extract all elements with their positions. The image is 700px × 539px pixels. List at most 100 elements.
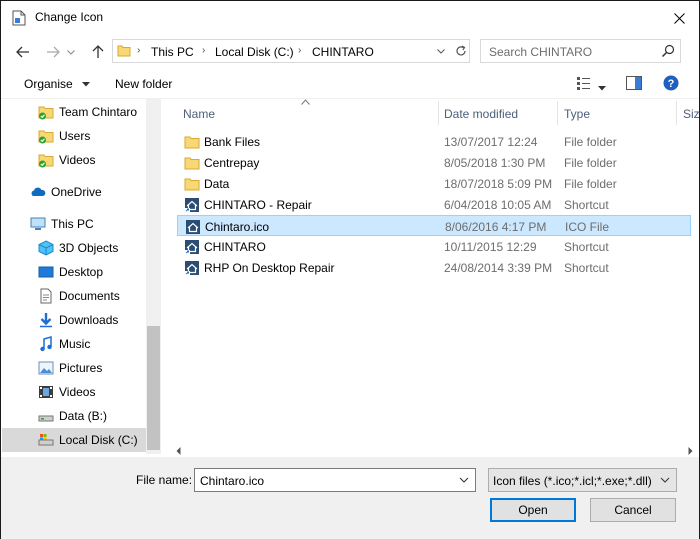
column-header-name[interactable]: Name xyxy=(171,99,438,127)
file-name: CHINTARO xyxy=(204,240,266,254)
folder-icon xyxy=(184,178,200,191)
file-type: File folder xyxy=(564,135,617,149)
file-name-combobox[interactable]: Chintaro.ico xyxy=(194,468,476,492)
document-icon xyxy=(40,288,52,304)
sidebar-item-documents[interactable]: Documents xyxy=(2,284,146,308)
column-header-type[interactable]: Type xyxy=(558,99,676,127)
file-row[interactable]: CHINTARO 10/11/2015 12:29 Shortcut xyxy=(177,236,691,257)
sidebar-item-local-disk-c[interactable]: Local Disk (C:) xyxy=(2,428,146,452)
help-button[interactable]: ? xyxy=(663,75,679,94)
preview-pane-button[interactable] xyxy=(626,76,642,93)
navigation-scrollbar[interactable] xyxy=(146,99,161,454)
breadcrumb-local-disk[interactable]: Local Disk (C:) xyxy=(215,45,294,59)
chevron-down-icon[interactable] xyxy=(459,473,469,487)
address-history-button[interactable] xyxy=(433,40,449,62)
up-button[interactable] xyxy=(87,41,109,63)
close-button[interactable] xyxy=(665,5,693,31)
file-type: File folder xyxy=(564,156,617,170)
preview-pane-icon xyxy=(626,76,642,90)
sidebar-item-desktop[interactable]: Desktop xyxy=(2,260,146,284)
sidebar-item-label: 3D Objects xyxy=(59,241,119,255)
cancel-button[interactable]: Cancel xyxy=(590,498,676,522)
sidebar-item-videos[interactable]: Videos xyxy=(2,148,146,172)
sidebar-item-team-chintaro[interactable]: Team Chintaro xyxy=(2,100,146,124)
sidebar-item-users[interactable]: Users xyxy=(2,124,146,148)
file-name-area: File name: Chintaro.ico Icon files (*.ic… xyxy=(1,457,699,539)
file-type-select[interactable]: Icon files (*.ico;*.icl;*.exe;*.dll) xyxy=(488,468,677,492)
sidebar-item-label: OneDrive xyxy=(51,185,102,199)
file-name-label: File name: xyxy=(136,473,193,487)
file-date-modified: 6/04/2018 10:05 AM xyxy=(444,198,552,212)
shortcut-icon xyxy=(185,198,199,212)
scroll-left-button[interactable] xyxy=(171,444,185,458)
navigation-bar: › This PC › Local Disk (C:) › CHINTARO S… xyxy=(1,35,699,69)
refresh-icon xyxy=(455,45,466,56)
file-row[interactable]: Chintaro.ico 8/06/2016 4:17 PM ICO File xyxy=(177,215,691,236)
view-options-button[interactable] xyxy=(598,80,606,94)
breadcrumb-chintaro[interactable]: CHINTARO xyxy=(312,45,374,59)
file-row[interactable]: Data 18/07/2018 5:09 PM File folder xyxy=(177,173,691,194)
sidebar-item-label: Data (B:) xyxy=(59,409,108,423)
file-row[interactable]: CHINTARO - Repair 6/04/2018 10:05 AM Short… xyxy=(177,194,691,215)
sidebar-item-onedrive[interactable]: OneDrive xyxy=(2,180,146,204)
file-row[interactable]: RHP On Desktop Repair 24/08/2014 3:39 PM S… xyxy=(177,257,691,278)
breadcrumb-this-pc[interactable]: This PC xyxy=(151,45,194,59)
sidebar-item-label: Videos xyxy=(59,153,96,167)
folder-sync-icon xyxy=(38,154,54,168)
recent-locations-button[interactable] xyxy=(64,41,78,63)
change-view-button[interactable] xyxy=(576,75,592,94)
sidebar-item-label: Users xyxy=(59,129,91,143)
sidebar-item-downloads[interactable]: Downloads xyxy=(2,308,146,332)
file-name-input[interactable]: Chintaro.ico xyxy=(200,474,264,488)
address-bar[interactable]: › This PC › Local Disk (C:) › CHINTARO xyxy=(112,39,470,63)
file-type-value: Icon files (*.ico;*.icl;*.exe;*.dll) xyxy=(493,474,652,488)
scroll-right-button[interactable] xyxy=(683,444,697,458)
shortcut-icon xyxy=(185,240,199,254)
chevron-down-icon xyxy=(598,86,606,91)
sidebar-item-music[interactable]: Music xyxy=(2,332,146,356)
file-name: Data xyxy=(204,177,230,191)
cube-icon xyxy=(38,240,54,256)
new-folder-button[interactable]: New folder xyxy=(115,77,172,91)
chevron-left-icon xyxy=(176,447,180,455)
search-box[interactable]: Search CHINTARO xyxy=(480,39,681,63)
forward-button[interactable] xyxy=(42,41,64,63)
title-bar: Change Icon xyxy=(1,1,699,35)
chevron-right-icon xyxy=(688,447,692,455)
cloud-icon xyxy=(31,187,46,196)
document-icon xyxy=(12,10,26,26)
shortcut-icon xyxy=(185,261,199,275)
folder-icon xyxy=(184,157,200,170)
file-row[interactable]: Centrepay 8/05/2018 1:30 PM File folder xyxy=(177,152,691,173)
scrollbar-thumb[interactable] xyxy=(147,326,160,450)
sidebar-item-label: Videos xyxy=(59,385,96,399)
refresh-button[interactable] xyxy=(450,40,470,62)
file-type: ICO File xyxy=(565,220,610,234)
arrow-up-icon xyxy=(92,45,104,58)
back-button[interactable] xyxy=(12,41,34,63)
open-button[interactable]: Open xyxy=(490,498,576,522)
sidebar-item-data-b[interactable]: Data (B:) xyxy=(2,404,146,428)
sidebar-item-this-pc[interactable]: This PC xyxy=(2,212,146,236)
download-icon xyxy=(40,313,52,328)
organise-button[interactable]: Organise xyxy=(24,77,91,91)
breadcrumb-separator: › xyxy=(137,45,141,56)
sidebar-item-label: Music xyxy=(59,337,91,351)
folder-sync-icon xyxy=(38,106,54,120)
search-input[interactable]: Search CHINTARO xyxy=(489,45,592,59)
sidebar-item-3d-objects[interactable]: 3D Objects xyxy=(2,236,146,260)
sort-ascending-icon xyxy=(301,99,310,105)
folder-icon xyxy=(117,45,131,57)
sidebar-item-pictures[interactable]: Pictures xyxy=(2,356,146,380)
column-header-size[interactable]: Size xyxy=(677,99,699,127)
file-list: Name Date modified Type Size Bank Files 1… xyxy=(171,99,699,459)
sidebar-item-videos[interactable]: Videos xyxy=(2,380,146,404)
file-name: RHP On Desktop Repair xyxy=(204,261,335,275)
column-date-label: Date modified xyxy=(444,107,519,121)
file-date-modified: 8/05/2018 1:30 PM xyxy=(444,156,546,170)
column-header-date[interactable]: Date modified xyxy=(439,99,557,127)
command-bar: Organise New folder ? xyxy=(1,69,699,99)
file-row[interactable]: Bank Files 13/07/2017 12:24 File folder xyxy=(177,131,691,152)
video-icon xyxy=(39,386,53,398)
column-name-label: Name xyxy=(183,107,216,121)
